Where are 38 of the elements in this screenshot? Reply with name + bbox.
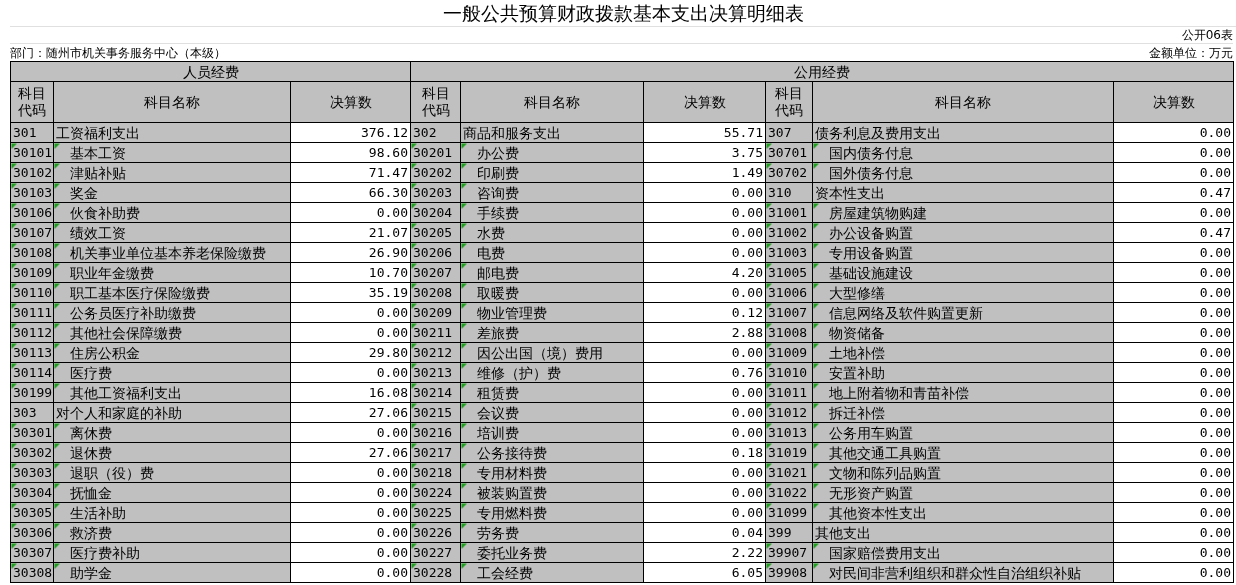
- table-cell: 30102: [10, 162, 54, 183]
- table-cell: 30103: [10, 182, 54, 203]
- table-cell: 30114: [10, 362, 54, 383]
- table-cell: 30111: [10, 302, 54, 323]
- table-header-cell: 科目代码: [765, 81, 813, 123]
- table-cell: 30303: [10, 462, 54, 483]
- table-cell: 30305: [10, 502, 54, 523]
- table-cell: 30301: [10, 422, 54, 443]
- department-label: 部门：随州市机关事务服务中心（本级）: [10, 46, 226, 61]
- table-cell: 30306: [10, 522, 54, 543]
- table-cell: 30106: [10, 202, 54, 223]
- table-header-cell: 科目代码: [10, 81, 54, 123]
- table-cell: 30199: [10, 382, 54, 403]
- table-header-cell: 决算数: [290, 81, 411, 123]
- table-cell: 30308: [10, 562, 54, 583]
- table-cell: 30101: [10, 142, 54, 163]
- table-header-cell: 科目名称: [812, 81, 1114, 123]
- table-cell: 303: [10, 402, 54, 423]
- table-cell: 30304: [10, 482, 54, 503]
- table-cell: 30113: [10, 342, 54, 363]
- table-header-cell: 决算数: [643, 81, 766, 123]
- sheet-title: 一般公共预算财政拨款基本支出决算明细表: [442, 0, 804, 26]
- unit-label: 金额单位：万元: [1149, 46, 1233, 61]
- table-header-cell: 公用经费: [410, 61, 1234, 82]
- table-cell: 30108: [10, 242, 54, 263]
- table-header-cell: 决算数: [1113, 81, 1234, 123]
- table-header-cell: 科目名称: [460, 81, 644, 123]
- table-header-cell: 科目代码: [410, 81, 461, 123]
- table-header-cell: 人员经费: [10, 61, 411, 82]
- table-cell: 301: [10, 122, 54, 143]
- table-cell: 30109: [10, 262, 54, 283]
- table-cell: 30110: [10, 282, 54, 303]
- table-cell: 30307: [10, 542, 54, 563]
- table-cell: 30302: [10, 442, 54, 463]
- table-cell: 30112: [10, 322, 54, 343]
- table-cell: 30107: [10, 222, 54, 243]
- table-header-cell: 科目名称: [53, 81, 291, 123]
- form-number: 公开06表: [1181, 27, 1233, 43]
